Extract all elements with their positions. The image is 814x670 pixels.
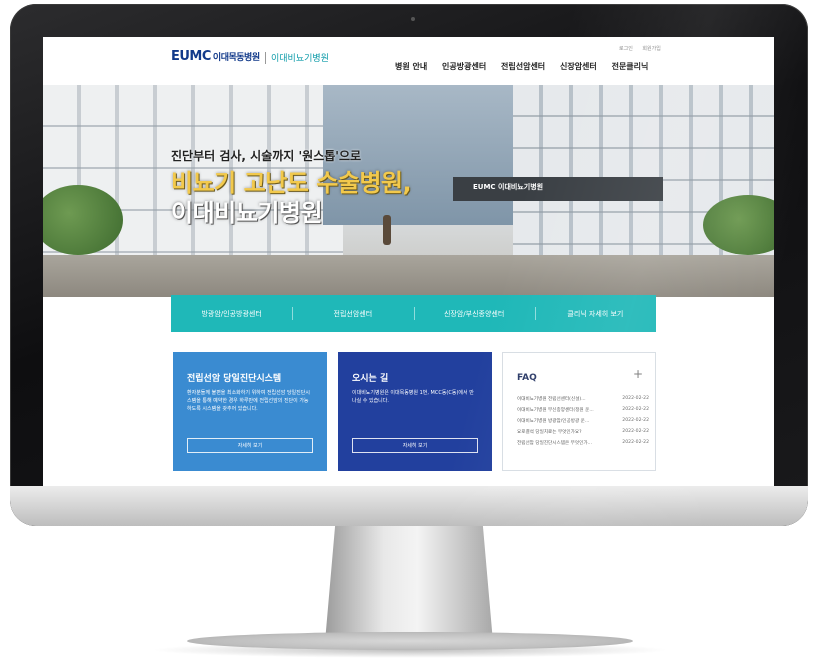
- card-directions: 오시는 길 이대비뇨기병원은 이대목동병원 1번, MCC동(C동)에서 만나실…: [338, 352, 492, 471]
- faq-date: 2022-02-22: [622, 407, 649, 412]
- quick-link-bladder-center[interactable]: 방광암/인공방광센터: [171, 295, 292, 332]
- faq-question: 이대비뇨기병원 부신종양센터(정원 운...: [517, 407, 594, 413]
- site-logo[interactable]: EUMC 이대목동병원: [171, 49, 260, 64]
- logo-subtitle[interactable]: 이대비뇨기병원: [271, 51, 329, 64]
- hero-subtitle: 진단부터 검사, 시술까지 '원스톱'으로: [171, 149, 362, 163]
- faq-question: 전립선암 당일진단시스템은 무엇인가...: [517, 440, 592, 446]
- list-item[interactable]: 요로결석 당일치료는 무엇인가요? 2022-02-22: [517, 426, 649, 437]
- faq-date: 2022-02-22: [622, 396, 649, 401]
- hero-title-line2: 이대비뇨기병원: [171, 199, 323, 227]
- login-link[interactable]: 로그인: [619, 46, 633, 52]
- list-item[interactable]: 이대비뇨기병원 전립선센터(신설)... 2022-02-22: [517, 393, 649, 404]
- faq-list: 이대비뇨기병원 전립선센터(신설)... 2022-02-22 이대비뇨기병원 …: [517, 393, 649, 448]
- faq-title: FAQ: [517, 373, 537, 383]
- monitor-chin: [10, 486, 808, 526]
- card-text: 이대비뇨기병원은 이대목동병원 1번, MCC동(C동)에서 만나실 수 있습니…: [352, 390, 474, 404]
- list-item[interactable]: 이대비뇨기병원 부신종양센터(정원 운... 2022-02-22: [517, 404, 649, 415]
- quick-link-bar: 방광암/인공방광센터 전립선암센터 신장암/부신종양센터 클리닉 자세히 보기: [171, 295, 656, 332]
- list-item[interactable]: 전립선암 당일진단시스템은 무엇인가... 2022-02-22: [517, 437, 649, 448]
- monitor-stand: [325, 526, 493, 642]
- nav-item-prostate-cancer[interactable]: 전립선암센터: [501, 61, 545, 72]
- card-details-button[interactable]: 자세히 보기: [352, 438, 478, 453]
- hero-banner: EUMC 이대비뇨기병원 진단부터 검사, 시술까지 '원스톱'으로 비뇨기 고…: [43, 85, 774, 297]
- card-details-button[interactable]: 자세히 보기: [187, 438, 313, 453]
- quick-link-prostate-center[interactable]: 전립선암센터: [292, 295, 413, 332]
- site-header: EUMC 이대목동병원 이대비뇨기병원 로그인 회원가입 병원 안내 인공방광센터…: [43, 37, 774, 85]
- logo-hospital-name: 이대목동병원: [212, 53, 260, 63]
- faq-question: 이대비뇨기병원 방광암/인공방광 운...: [517, 418, 590, 424]
- faq-date: 2022-02-22: [622, 418, 649, 423]
- quick-link-clinic-details[interactable]: 클리닉 자세히 보기: [534, 295, 656, 332]
- utility-links: 로그인 회원가입: [619, 45, 669, 52]
- faq-question: 이대비뇨기병원 전립선센터(신설)...: [517, 396, 586, 402]
- hero-building-sign: EUMC 이대비뇨기병원: [473, 183, 544, 191]
- card-title: 오시는 길: [352, 374, 389, 384]
- nav-item-kidney-cancer[interactable]: 신장암센터: [560, 61, 597, 72]
- nav-item-artificial-bladder[interactable]: 인공방광센터: [442, 61, 486, 72]
- faq-date: 2022-02-22: [622, 440, 649, 445]
- nav-item-specialty-clinic[interactable]: 전문클리닉: [612, 61, 649, 72]
- signup-link[interactable]: 회원가입: [642, 46, 660, 52]
- list-item[interactable]: 이대비뇨기병원 방광암/인공방광 운... 2022-02-22: [517, 415, 649, 426]
- main-nav: 병원 안내 인공방광센터 전립선암센터 신장암센터 전문클리닉: [395, 61, 660, 72]
- nav-item-hospital-info[interactable]: 병원 안내: [395, 61, 427, 72]
- faq-date: 2022-02-22: [622, 429, 649, 434]
- card-prostate-diagnosis: 전립선암 당일진단시스템 환자분들께 불편을 최소화하기 위하여 전립선암 당일…: [173, 352, 327, 471]
- card-title: 전립선암 당일진단시스템: [187, 374, 282, 384]
- faq-question: 요로결석 당일치료는 무엇인가요?: [517, 429, 582, 435]
- logo-mark: EUMC: [171, 49, 211, 64]
- quick-link-kidney-center[interactable]: 신장암/부신종양센터: [413, 295, 535, 332]
- hero-ground: [43, 255, 774, 297]
- logo-divider: [265, 52, 266, 64]
- camera-icon: [411, 17, 415, 21]
- card-text: 환자분들께 불편을 최소화하기 위하여 전립선암 당일진단시스템을 통해 예약한…: [187, 390, 310, 412]
- monitor-base: [187, 632, 633, 650]
- plus-icon[interactable]: +: [633, 367, 643, 381]
- person-figure: [383, 215, 391, 245]
- monitor-screen: EUMC 이대목동병원 이대비뇨기병원 로그인 회원가입 병원 안내 인공방광센터…: [43, 37, 774, 486]
- faq-panel: FAQ + 이대비뇨기병원 전립선센터(신설)... 2022-02-22 이대…: [502, 352, 656, 471]
